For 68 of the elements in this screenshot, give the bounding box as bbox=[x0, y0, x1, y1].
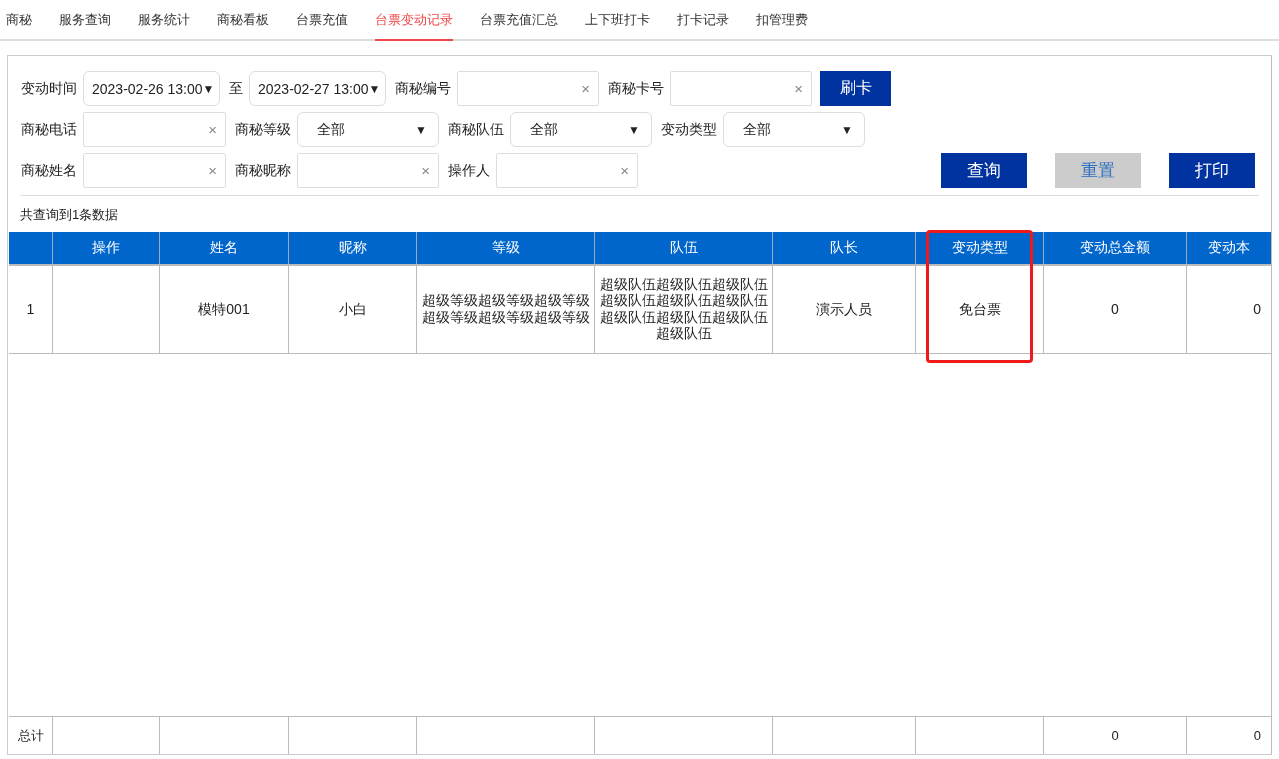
dropdown-arrow-icon: ▼ bbox=[368, 81, 381, 96]
dropdown-arrow-icon: ▼ bbox=[841, 122, 853, 137]
field-label: 商秘昵称 bbox=[235, 161, 291, 180]
field-label: 商秘编号 bbox=[395, 79, 451, 98]
table-cell: 0 bbox=[1043, 266, 1186, 353]
field-label: 商秘姓名 bbox=[21, 161, 77, 180]
dropdown-arrow-icon: ▼ bbox=[202, 81, 215, 96]
table-cell: 超级等级超级等级超级等级超级等级超级等级超级等级 bbox=[416, 266, 594, 353]
field-label: 变动时间 bbox=[21, 79, 77, 98]
tab[interactable]: 台票变动记录 bbox=[375, 0, 453, 41]
tab[interactable]: 商秘 bbox=[6, 0, 32, 39]
table-cell: 免台票 bbox=[915, 266, 1043, 353]
input-field[interactable]: × bbox=[670, 71, 812, 106]
clear-icon[interactable]: × bbox=[208, 162, 217, 179]
field-label: 商秘等级 bbox=[235, 120, 291, 139]
table-cell: 0 bbox=[1043, 717, 1186, 754]
field-label: 商秘队伍 bbox=[448, 120, 504, 139]
table-cell: 超级队伍超级队伍超级队伍超级队伍超级队伍超级队伍超级队伍超级队伍超级队伍超级队伍 bbox=[594, 266, 772, 353]
field-label: 商秘电话 bbox=[21, 120, 77, 139]
table-cell: 模特001 bbox=[159, 266, 288, 353]
swipe-card-button[interactable]: 刷卡 bbox=[820, 71, 891, 106]
field-label: 变动类型 bbox=[661, 120, 717, 139]
clear-icon[interactable]: × bbox=[208, 121, 217, 138]
clear-icon[interactable]: × bbox=[421, 162, 430, 179]
table-cell: 0 bbox=[1186, 717, 1271, 754]
tab[interactable]: 扣管理费 bbox=[756, 0, 808, 39]
action-button[interactable]: 查询 bbox=[941, 153, 1027, 188]
dropdown-arrow-icon: ▼ bbox=[415, 122, 427, 137]
field-label: 操作人 bbox=[448, 161, 490, 180]
tab[interactable]: 打卡记录 bbox=[677, 0, 729, 39]
action-button[interactable]: 打印 bbox=[1169, 153, 1255, 188]
column-header: 姓名 bbox=[159, 232, 288, 264]
tab[interactable]: 台票充值汇总 bbox=[480, 0, 558, 39]
dropdown[interactable]: 全部 ▼ bbox=[723, 112, 865, 147]
date-dropdown[interactable]: 2023-02-26 13:00▼ bbox=[83, 71, 220, 106]
table-cell: 小白 bbox=[288, 266, 416, 353]
table-cell: 0 bbox=[1186, 266, 1271, 353]
tab[interactable]: 上下班打卡 bbox=[585, 0, 650, 39]
dropdown[interactable]: 全部 ▼ bbox=[510, 112, 652, 147]
input-field[interactable]: × bbox=[496, 153, 638, 188]
input-field[interactable]: × bbox=[83, 112, 226, 147]
tab[interactable]: 服务查询 bbox=[59, 0, 111, 39]
input-field[interactable]: × bbox=[457, 71, 599, 106]
dropdown[interactable]: 全部 ▼ bbox=[297, 112, 439, 147]
tab[interactable]: 商秘看板 bbox=[217, 0, 269, 39]
clear-icon[interactable]: × bbox=[620, 162, 629, 179]
table-cell: 演示人员 bbox=[772, 266, 915, 353]
column-header: 变动类型 bbox=[915, 232, 1043, 264]
date-dropdown[interactable]: 2023-02-27 13:00▼ bbox=[249, 71, 386, 106]
column-header: 等级 bbox=[416, 232, 594, 264]
clear-icon[interactable]: × bbox=[794, 80, 803, 97]
column-header: 队长 bbox=[772, 232, 915, 264]
column-header: 变动总金额 bbox=[1043, 232, 1186, 264]
table-cell-text: 1 bbox=[25, 300, 36, 320]
field-label: 商秘卡号 bbox=[608, 79, 664, 98]
tab[interactable]: 台票充值 bbox=[296, 0, 348, 39]
column-header: 操作 bbox=[52, 232, 159, 264]
input-field[interactable]: × bbox=[83, 153, 226, 188]
dropdown-arrow-icon: ▼ bbox=[628, 122, 640, 137]
field-label: 至 bbox=[229, 79, 243, 98]
tab[interactable]: 服务统计 bbox=[138, 0, 190, 39]
column-header: 昵称 bbox=[288, 232, 416, 264]
total-label: 总计 bbox=[16, 726, 45, 745]
column-header: 变动本 bbox=[1186, 232, 1271, 264]
clear-icon[interactable]: × bbox=[581, 80, 590, 97]
result-count: 共查询到1条数据 bbox=[20, 207, 119, 222]
column-header: 队伍 bbox=[594, 232, 772, 264]
input-field[interactable]: × bbox=[297, 153, 439, 188]
